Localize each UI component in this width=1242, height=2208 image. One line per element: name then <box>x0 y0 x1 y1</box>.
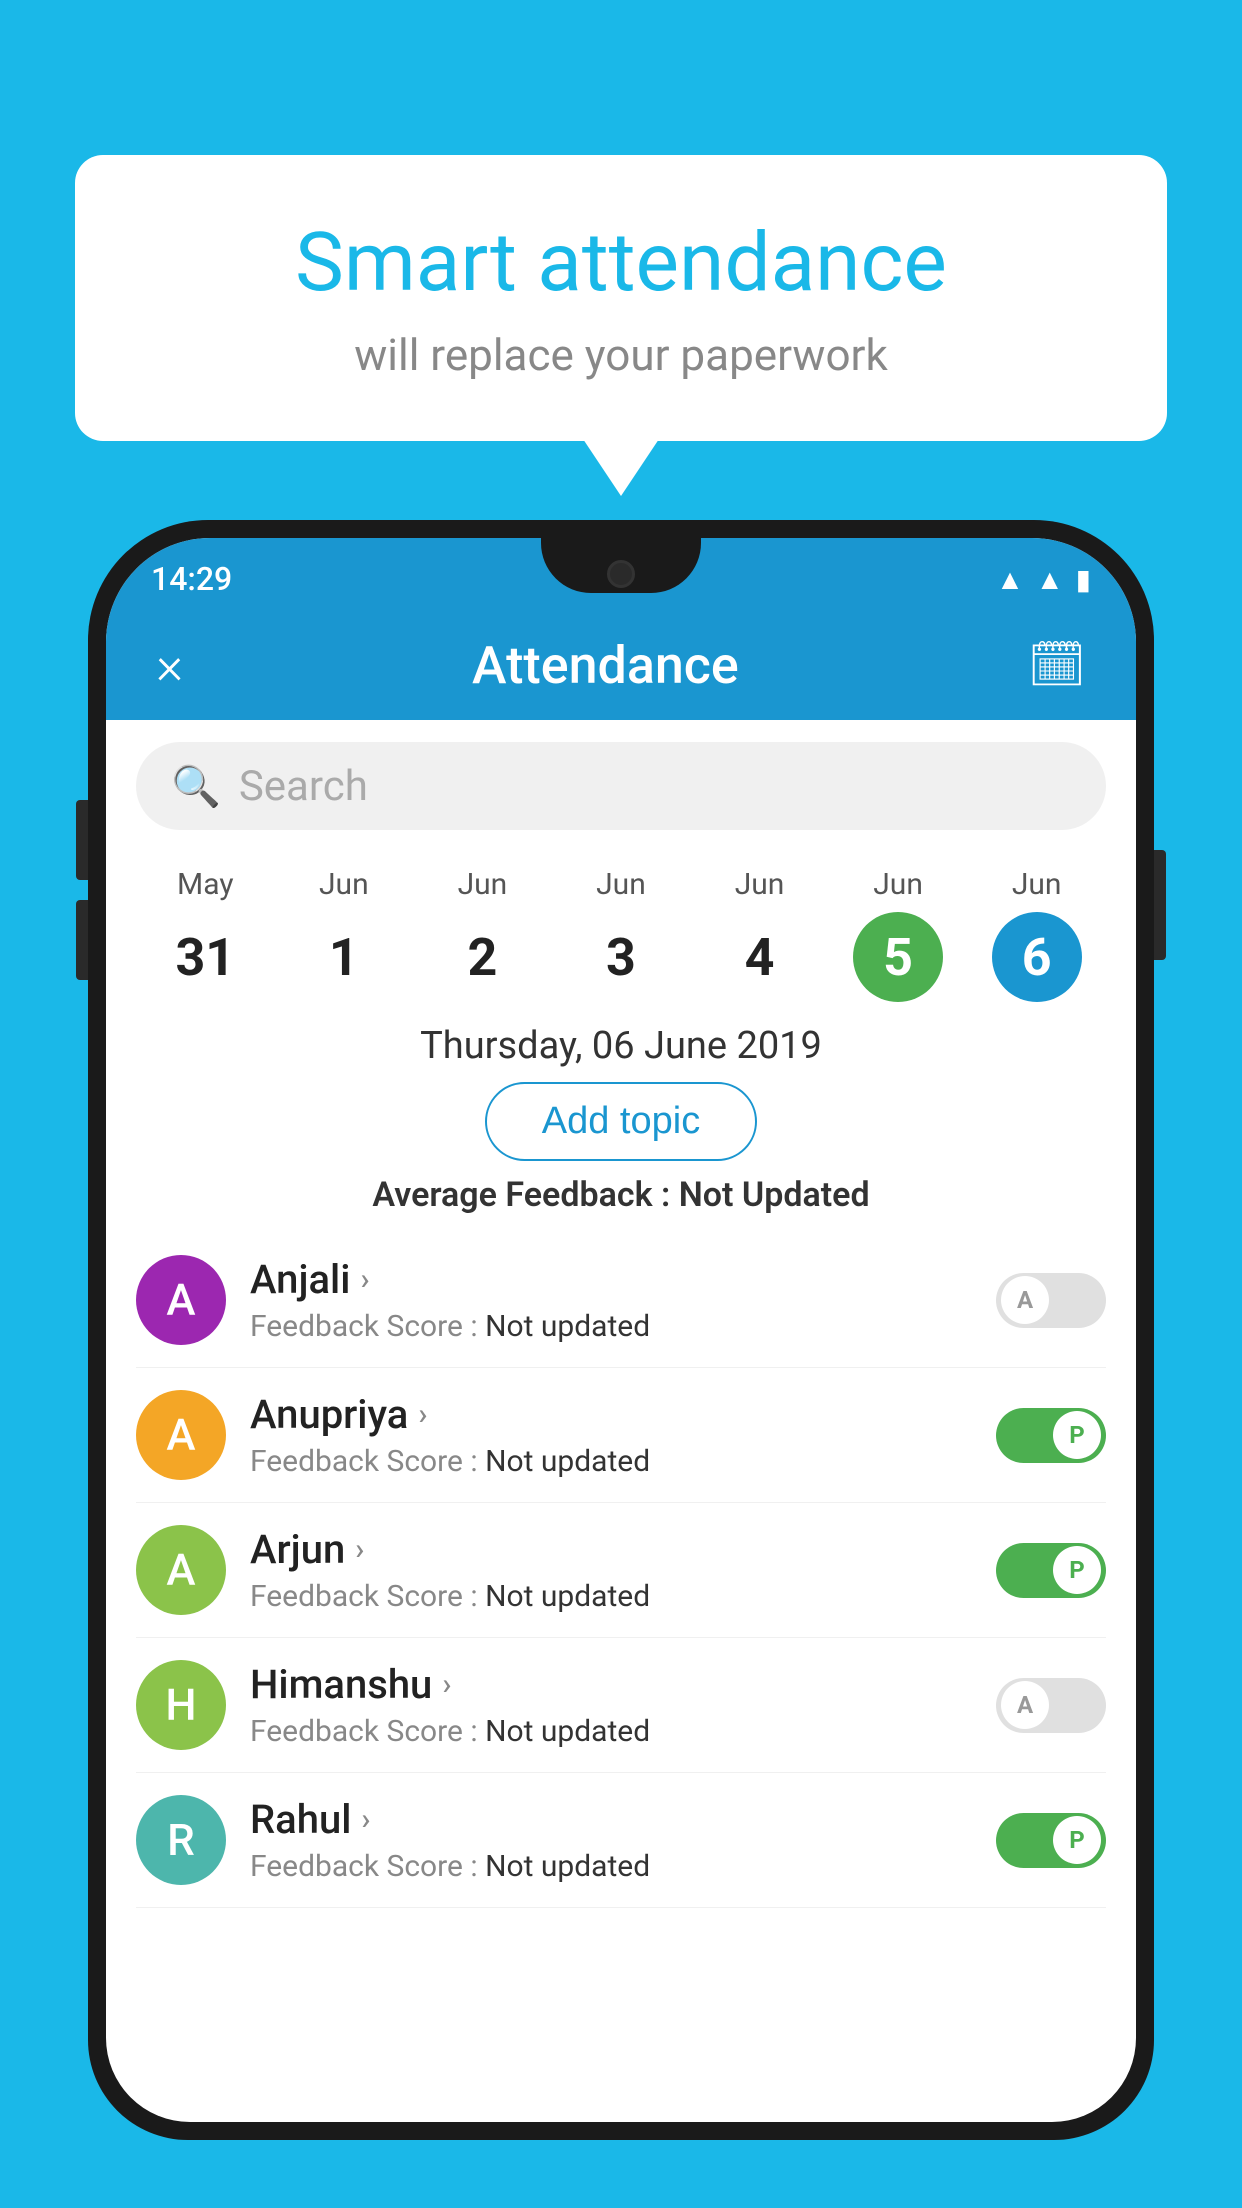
feedback-value: Not updated <box>485 1579 650 1614</box>
signal-icon: ▲ <box>1036 563 1064 596</box>
speech-bubble: Smart attendance will replace your paper… <box>75 155 1167 441</box>
feedback-value: Not updated <box>485 1714 650 1749</box>
speech-bubble-subtitle: will replace your paperwork <box>155 329 1087 381</box>
student-feedback: Feedback Score : Not updated <box>250 1444 972 1479</box>
volume-down-button[interactable] <box>76 900 88 980</box>
toggle-knob: P <box>1053 1546 1101 1594</box>
speech-bubble-title: Smart attendance <box>155 215 1087 311</box>
search-input[interactable]: Search <box>239 762 368 811</box>
toggle-knob: A <box>1001 1681 1049 1729</box>
cal-date-label: 5 <box>853 912 943 1002</box>
attendance-toggle[interactable]: P <box>996 1408 1106 1463</box>
phone-screen: 14:29 ▲ ▲ ▮ × Attendance 🗓 🔍 Search Ma <box>106 538 1136 2122</box>
student-name: Anupriya › <box>250 1391 972 1438</box>
student-name: Rahul › <box>250 1796 972 1843</box>
speech-bubble-container: Smart attendance will replace your paper… <box>75 155 1167 441</box>
app-title: Attendance <box>472 635 739 696</box>
student-feedback: Feedback Score : Not updated <box>250 1309 972 1344</box>
cal-month-label: Jun <box>596 867 646 902</box>
attendance-toggle[interactable]: A <box>996 1273 1106 1328</box>
cal-month-label: Jun <box>735 867 785 902</box>
student-item[interactable]: A Anupriya › Feedback Score : Not updated P <box>136 1368 1106 1503</box>
chevron-right-icon: › <box>442 1667 451 1702</box>
feedback-value: Not updated <box>485 1444 650 1479</box>
toggle-knob: P <box>1053 1816 1101 1864</box>
student-name: Anjali › <box>250 1256 972 1303</box>
selected-date-label: Thursday, 06 June 2019 <box>106 1024 1136 1068</box>
student-feedback: Feedback Score : Not updated <box>250 1849 972 1884</box>
front-camera <box>607 560 635 588</box>
app-header: × Attendance 🗓 <box>106 610 1136 720</box>
calendar-strip: May 31 Jun 1 Jun 2 Jun 3 Jun 4 Jun 5 Jun 6 <box>106 852 1136 1012</box>
feedback-value: Not updated <box>485 1309 650 1344</box>
student-item[interactable]: A Anjali › Feedback Score : Not updated A <box>136 1233 1106 1368</box>
student-info: Rahul › Feedback Score : Not updated <box>250 1796 972 1884</box>
toggle-knob: P <box>1053 1411 1101 1459</box>
calendar-icon[interactable]: 🗓 <box>1028 638 1086 692</box>
cal-date-label: 1 <box>299 912 389 1002</box>
cal-month-label: Jun <box>1012 867 1062 902</box>
student-avatar: A <box>136 1525 226 1615</box>
student-info: Himanshu › Feedback Score : Not updated <box>250 1661 972 1749</box>
calendar-day[interactable]: Jun 5 <box>853 867 943 1002</box>
chevron-right-icon: › <box>361 1802 370 1837</box>
student-item[interactable]: R Rahul › Feedback Score : Not updated P <box>136 1773 1106 1908</box>
status-time: 14:29 <box>151 560 232 598</box>
wifi-icon: ▲ <box>996 563 1024 596</box>
calendar-day[interactable]: Jun 3 <box>576 867 666 1002</box>
student-feedback: Feedback Score : Not updated <box>250 1714 972 1749</box>
attendance-toggle[interactable]: P <box>996 1813 1106 1868</box>
close-button[interactable]: × <box>156 635 183 696</box>
phone-frame: 14:29 ▲ ▲ ▮ × Attendance 🗓 🔍 Search Ma <box>88 520 1154 2208</box>
search-icon: 🔍 <box>171 763 221 810</box>
student-item[interactable]: H Himanshu › Feedback Score : Not updated A <box>136 1638 1106 1773</box>
avg-feedback-label: Average Feedback : <box>372 1175 678 1215</box>
calendar-day[interactable]: May 31 <box>160 867 250 1002</box>
cal-date-label: 4 <box>715 912 805 1002</box>
cal-date-label: 31 <box>160 912 250 1002</box>
cal-month-label: Jun <box>873 867 923 902</box>
chevron-right-icon: › <box>360 1262 369 1297</box>
student-name: Arjun › <box>250 1526 972 1573</box>
phone-notch <box>541 538 701 593</box>
battery-icon: ▮ <box>1076 563 1091 596</box>
cal-date-label: 6 <box>992 912 1082 1002</box>
add-topic-button[interactable]: Add topic <box>485 1082 757 1161</box>
student-info: Anupriya › Feedback Score : Not updated <box>250 1391 972 1479</box>
feedback-value: Not updated <box>485 1849 650 1884</box>
student-avatar: H <box>136 1660 226 1750</box>
student-item[interactable]: A Arjun › Feedback Score : Not updated P <box>136 1503 1106 1638</box>
avg-feedback-value: Not Updated <box>679 1175 870 1215</box>
student-feedback: Feedback Score : Not updated <box>250 1579 972 1614</box>
student-info: Arjun › Feedback Score : Not updated <box>250 1526 972 1614</box>
student-list: AAnjali ›Feedback Score : Not updatedAAA… <box>106 1233 1136 1908</box>
student-avatar: R <box>136 1795 226 1885</box>
status-icons: ▲ ▲ ▮ <box>996 563 1091 596</box>
calendar-day[interactable]: Jun 6 <box>992 867 1082 1002</box>
search-bar[interactable]: 🔍 Search <box>136 742 1106 830</box>
cal-month-label: Jun <box>319 867 369 902</box>
cal-date-label: 3 <box>576 912 666 1002</box>
calendar-day[interactable]: Jun 2 <box>437 867 527 1002</box>
cal-month-label: May <box>177 867 233 902</box>
student-info: Anjali › Feedback Score : Not updated <box>250 1256 972 1344</box>
volume-up-button[interactable] <box>76 800 88 880</box>
cal-date-label: 2 <box>437 912 527 1002</box>
toggle-knob: A <box>1001 1276 1049 1324</box>
attendance-toggle[interactable]: P <box>996 1543 1106 1598</box>
student-avatar: A <box>136 1390 226 1480</box>
chevron-right-icon: › <box>418 1397 427 1432</box>
student-avatar: A <box>136 1255 226 1345</box>
student-name: Himanshu › <box>250 1661 972 1708</box>
cal-month-label: Jun <box>458 867 508 902</box>
phone-outer: 14:29 ▲ ▲ ▮ × Attendance 🗓 🔍 Search Ma <box>88 520 1154 2140</box>
calendar-day[interactable]: Jun 1 <box>299 867 389 1002</box>
calendar-day[interactable]: Jun 4 <box>715 867 805 1002</box>
attendance-toggle[interactable]: A <box>996 1678 1106 1733</box>
avg-feedback: Average Feedback : Not Updated <box>106 1175 1136 1215</box>
power-button[interactable] <box>1154 850 1166 960</box>
chevron-right-icon: › <box>355 1532 364 1567</box>
